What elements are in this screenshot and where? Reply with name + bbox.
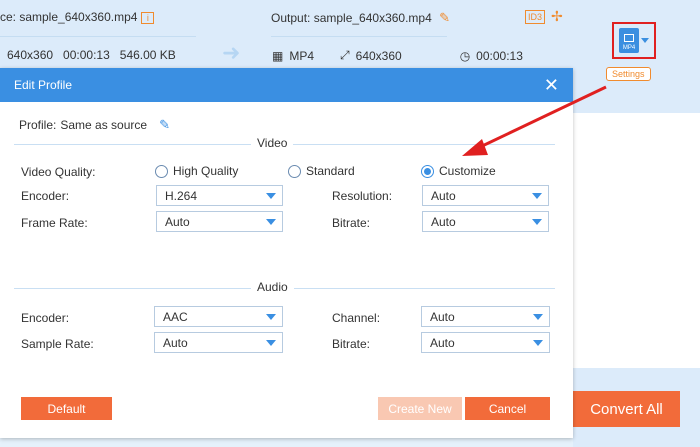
output-file-info: ▦ MP4 ⤢ 640x360 ◷ 00:00:13 — [272, 48, 523, 63]
dropdown-arrow-icon — [266, 192, 276, 199]
divider — [0, 36, 196, 37]
effects-icon[interactable]: ✢ — [551, 8, 563, 25]
frame-rate-select[interactable]: Auto — [156, 211, 283, 232]
dropdown-arrow-icon — [266, 218, 276, 225]
radio-standard[interactable]: Standard — [288, 164, 355, 178]
video-section-title: Video — [251, 136, 294, 150]
mp4-format-icon: MP4 — [619, 28, 639, 53]
settings-button[interactable]: MP4 — [612, 22, 656, 59]
dropdown-arrow-icon — [532, 218, 542, 225]
profile-row: Profile: Same as source ✎ — [19, 117, 170, 133]
pencil-icon[interactable]: ✎ — [439, 10, 450, 25]
output-resolution-item: ⤢ 640x360 — [340, 48, 402, 63]
radio-high-quality[interactable]: High Quality — [155, 164, 238, 178]
output-format-item: ▦ MP4 — [272, 48, 315, 63]
create-new-button[interactable]: Create New — [378, 397, 462, 420]
dropdown-arrow-icon — [533, 313, 543, 320]
video-encoder-select[interactable]: H.264 — [156, 185, 283, 206]
dialog-title: Edit Profile — [14, 78, 73, 92]
video-quality-label: Video Quality: — [21, 165, 96, 179]
radio-customize[interactable]: Customize — [421, 164, 496, 178]
close-icon[interactable]: ✕ — [544, 76, 559, 94]
dropdown-arrow-icon — [266, 313, 276, 320]
dropdown-arrow-icon — [266, 339, 276, 346]
chevron-down-icon — [641, 38, 649, 43]
resolution-select[interactable]: Auto — [422, 185, 549, 206]
audio-section-title: Audio — [251, 280, 294, 294]
source-duration: 00:00:13 — [63, 48, 110, 62]
edit-profile-icon[interactable]: ✎ — [159, 117, 170, 133]
clock-icon: ◷ — [459, 48, 471, 63]
radio-circle — [155, 164, 168, 178]
divider — [271, 36, 447, 37]
dialog-header: Edit Profile ✕ — [0, 68, 573, 102]
sample-rate-select[interactable]: Auto — [154, 332, 283, 353]
source-file-name: ce: sample_640x360.mp4 i — [0, 10, 155, 24]
id3-tag-icon[interactable]: ID3 — [525, 10, 546, 24]
source-size: 546.00 KB — [119, 48, 176, 62]
video-bitrate-select[interactable]: Auto — [422, 211, 549, 232]
default-button[interactable]: Default — [21, 397, 112, 420]
dropdown-arrow-icon — [533, 339, 543, 346]
convert-all-button[interactable]: Convert All — [573, 391, 680, 427]
output-duration-item: ◷ 00:00:13 — [459, 48, 523, 63]
resolution-label: Resolution: — [332, 189, 393, 203]
audio-encoder-select[interactable]: AAC — [154, 306, 283, 327]
frame-rate-label: Frame Rate: — [21, 216, 88, 230]
radio-circle — [288, 164, 301, 178]
channel-select[interactable]: Auto — [421, 306, 550, 327]
resize-icon: ⤢ — [340, 48, 350, 62]
cancel-button[interactable]: Cancel — [465, 397, 550, 420]
audio-bitrate-select[interactable]: Auto — [421, 332, 550, 353]
video-encoder-label: Encoder: — [21, 189, 70, 203]
profile-value: Same as source — [60, 118, 148, 132]
audio-encoder-label: Encoder: — [21, 311, 70, 325]
radio-circle-selected — [421, 164, 434, 178]
arrow-right-icon: ➜ — [222, 40, 241, 65]
video-bitrate-label: Bitrate: — [332, 216, 371, 230]
source-file-info: 640x360 00:00:13 546.00 KB — [7, 48, 176, 62]
output-file-name: Output: sample_640x360.mp4 ✎ — [271, 10, 451, 25]
sample-rate-label: Sample Rate: — [21, 337, 94, 351]
info-icon[interactable]: i — [141, 11, 155, 24]
settings-tooltip: Settings — [606, 67, 651, 81]
dropdown-arrow-icon — [532, 192, 542, 199]
source-resolution: 640x360 — [7, 48, 54, 62]
profile-label: Profile: — [19, 118, 57, 132]
audio-bitrate-label: Bitrate: — [332, 337, 371, 351]
channel-label: Channel: — [332, 311, 381, 325]
film-icon: ▦ — [272, 48, 284, 63]
edit-profile-dialog: Edit Profile ✕ Profile: Same as source ✎… — [0, 68, 573, 438]
